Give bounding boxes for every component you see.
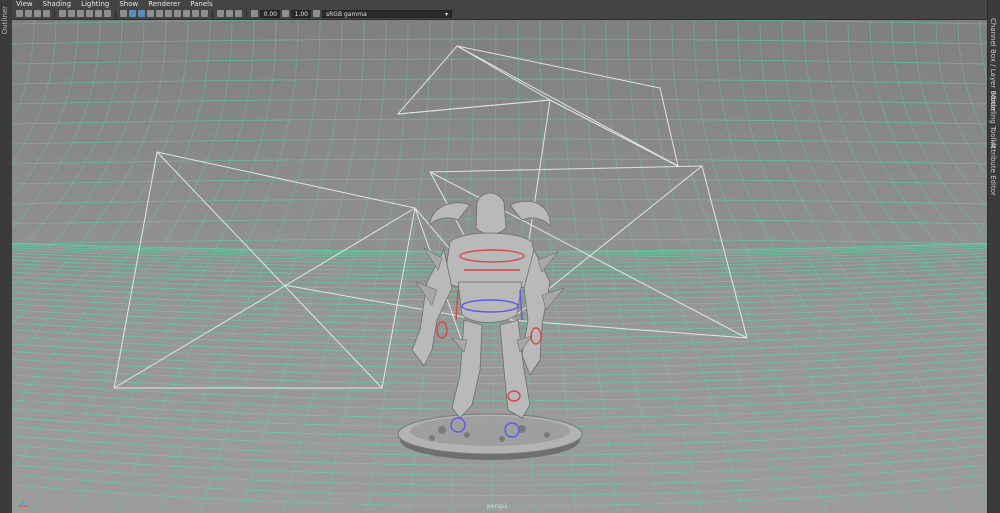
texture-icon[interactable] (147, 10, 154, 17)
menu-show[interactable]: Show (119, 0, 138, 8)
image-plane-icon[interactable] (43, 10, 50, 17)
motion-blur-icon[interactable] (183, 10, 190, 17)
anti-alias-icon[interactable] (192, 10, 199, 17)
field-chart-icon[interactable] (95, 10, 102, 17)
film-gate-icon[interactable] (68, 10, 75, 17)
panel-menu-bar: View Shading Lighting Show Renderer Pane… (12, 0, 988, 8)
character-model (397, 192, 583, 460)
toolbar-divider (54, 9, 55, 18)
outliner-tab-label[interactable]: Outliner (1, 6, 9, 34)
right-side-tabs: Channel Box / Layer Editor Modeling Tool… (987, 0, 1000, 513)
perspective-viewport[interactable] (12, 20, 988, 513)
bookmark-icon[interactable] (34, 10, 41, 17)
toolbar-divider (212, 9, 213, 18)
depth-of-field-icon[interactable] (201, 10, 208, 17)
chevron-down-icon: ▾ (444, 10, 448, 18)
view-transform-select[interactable]: sRGB gamma ▾ (322, 9, 452, 18)
menu-shading[interactable]: Shading (43, 0, 71, 8)
tab-modeling-toolkit[interactable]: Modeling Toolkit (989, 92, 997, 148)
gamma-icon[interactable] (282, 10, 289, 17)
menu-renderer[interactable]: Renderer (148, 0, 180, 8)
select-camera-icon[interactable] (16, 10, 23, 17)
wireframe-on-shaded-icon[interactable] (138, 10, 145, 17)
axis-gizmo (18, 497, 28, 507)
maya-window: Outliner View Shading Lighting Show Rend… (0, 0, 1000, 513)
resolution-gate-icon[interactable] (77, 10, 84, 17)
exposure-field[interactable]: 0.00 (260, 9, 280, 18)
safe-action-icon[interactable] (104, 10, 111, 17)
camera-name-label: persp1 (487, 503, 508, 510)
toolbar-divider (246, 9, 247, 18)
panel-toolbar: 0.00 1.00 sRGB gamma ▾ (12, 8, 988, 20)
exposure-icon[interactable] (251, 10, 258, 17)
tab-attribute-editor[interactable]: Attribute Editor (989, 142, 997, 196)
grid-icon[interactable] (59, 10, 66, 17)
menu-panels[interactable]: Panels (190, 0, 213, 8)
xray-joints-icon[interactable] (235, 10, 242, 17)
view-transform-value: sRGB gamma (326, 10, 367, 18)
menu-lighting[interactable]: Lighting (81, 0, 109, 8)
toolbar-divider (115, 9, 116, 18)
smooth-shade-icon[interactable] (129, 10, 136, 17)
gamma-field[interactable]: 1.00 (291, 9, 311, 18)
camera-attributes-icon[interactable] (25, 10, 32, 17)
shadows-icon[interactable] (165, 10, 172, 17)
color-management-icon[interactable] (313, 10, 320, 17)
lights-icon[interactable] (156, 10, 163, 17)
wireframe-icon[interactable] (120, 10, 127, 17)
isolate-select-icon[interactable] (217, 10, 224, 17)
menu-view[interactable]: View (16, 0, 33, 8)
ambient-occlusion-icon[interactable] (174, 10, 181, 17)
xray-icon[interactable] (226, 10, 233, 17)
gate-mask-icon[interactable] (86, 10, 93, 17)
